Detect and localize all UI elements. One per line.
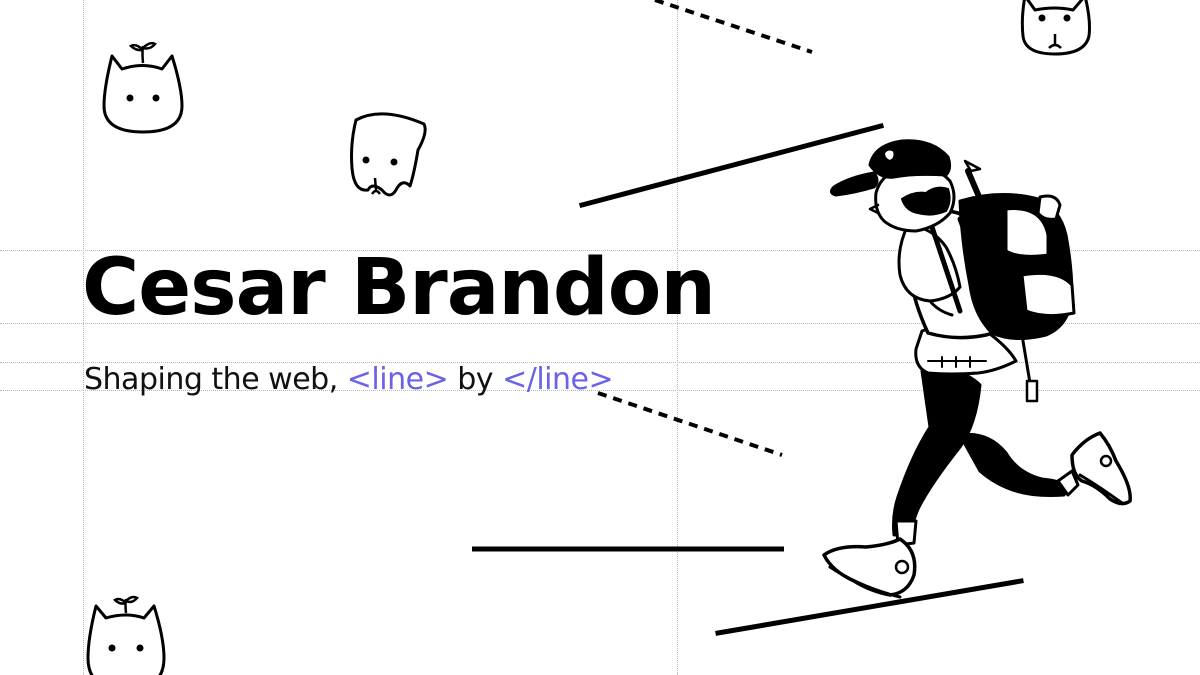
hero-canvas: Cesar Brandon Shaping the web, <line> by… (0, 0, 1200, 675)
bunny-mascot-icon (84, 595, 170, 675)
dashed-line-middle (597, 391, 783, 457)
ghost-mascot-icon (344, 106, 433, 202)
hero-name: Cesar Brandon (82, 243, 716, 333)
bunny-mascot-icon (1015, 0, 1095, 61)
tagline-prefix: Shaping the web, (84, 362, 347, 397)
dashed-line-top (654, 0, 813, 54)
tagline-middle: by (448, 362, 503, 397)
running-figure-illustration (822, 139, 1132, 599)
hero-tagline: Shaping the web, <line> by </line> (84, 360, 614, 400)
bunny-mascot-icon (98, 41, 188, 139)
tagline-open-tag: <line> (346, 362, 449, 397)
tagline-close-tag: </line> (502, 362, 614, 397)
